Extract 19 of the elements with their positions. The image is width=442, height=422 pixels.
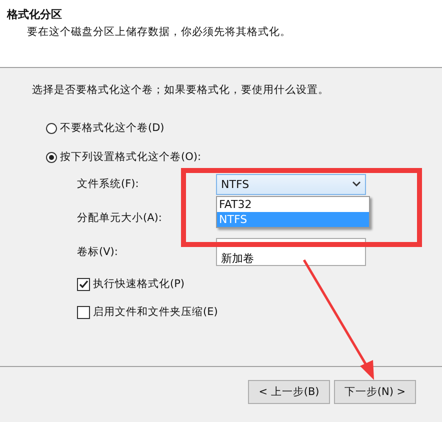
checkbox-label[interactable]: 执行快速格式化(P) xyxy=(93,277,185,292)
chevron-down-icon xyxy=(352,181,361,187)
page-subtitle: 要在这个磁盘分区上储存数据，你必须先将其格式化。 xyxy=(26,25,292,39)
page-title: 格式化分区 xyxy=(7,8,63,22)
file-system-label: 文件系统(F): xyxy=(77,177,140,191)
radio-button[interactable] xyxy=(46,123,57,134)
radio-button[interactable] xyxy=(46,152,57,163)
volume-label-label: 卷标(V): xyxy=(77,245,119,259)
instruction-text: 选择是否要格式化这个卷；如果要格式化，要使用什么设置。 xyxy=(32,83,330,97)
dropdown-option[interactable]: FAT32 xyxy=(217,196,369,212)
option-label[interactable]: 按下列设置格式化这个卷(O): xyxy=(60,150,201,165)
wizard-button[interactable]: < 上一步(B) xyxy=(248,380,330,404)
wizard-button[interactable]: 下一步(N) > xyxy=(334,380,416,404)
checkbox[interactable] xyxy=(77,278,90,291)
option-label[interactable]: 不要格式化这个卷(D) xyxy=(60,121,164,136)
checkbox-label[interactable]: 启用文件和文件夹压缩(E) xyxy=(93,305,218,320)
checkbox[interactable] xyxy=(77,306,90,319)
file-system-dropdown[interactable]: NTFS xyxy=(216,174,366,194)
allocation-unit-label: 分配单元大小(A): xyxy=(77,211,163,225)
